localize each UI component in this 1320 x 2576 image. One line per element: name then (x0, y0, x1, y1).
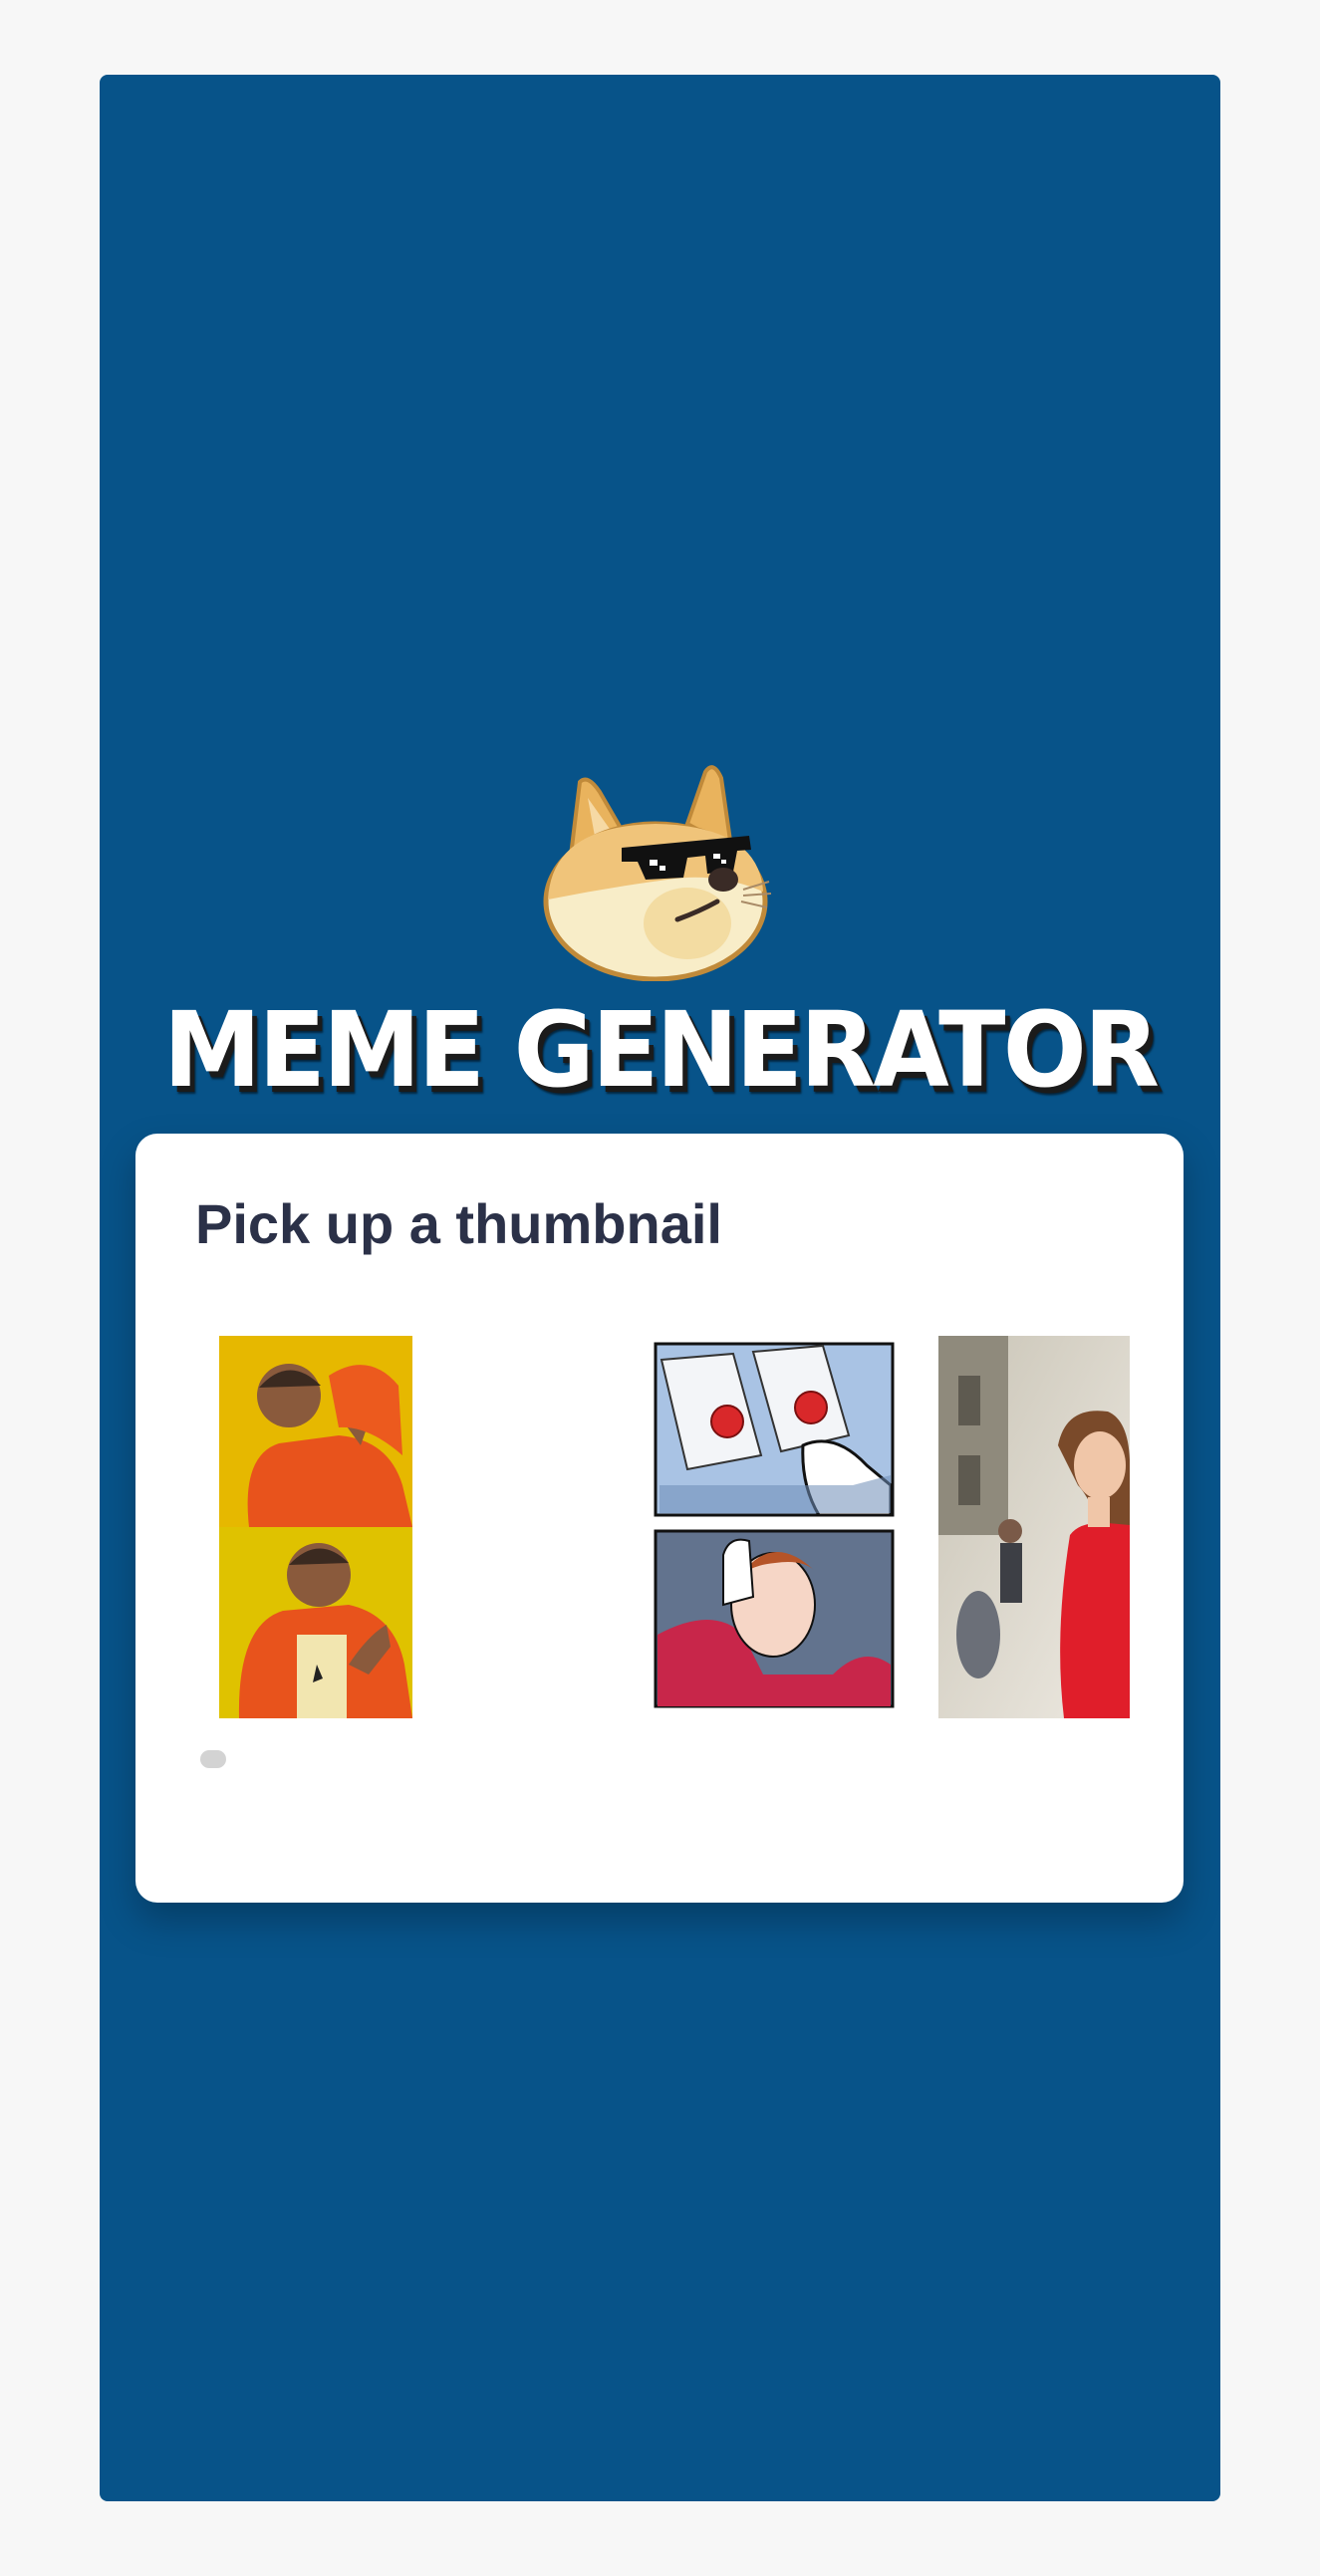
app-title: MEME GENERATOR (162, 989, 1160, 1111)
app-header: MEME GENERATOR (100, 672, 1220, 1121)
two-buttons-meme-image (654, 1336, 895, 1718)
thumbnail-drake-hotline-bling[interactable] (219, 1336, 412, 1718)
thumbnail-two-buttons[interactable] (654, 1336, 895, 1718)
app-container: MEME GENERATOR Pick up a thumbnail (100, 75, 1220, 2501)
picker-title: Pick up a thumbnail (195, 1192, 722, 1255)
distracted-boyfriend-meme-image (938, 1336, 1130, 1718)
carousel-scroll-indicator[interactable] (200, 1750, 226, 1768)
drake-meme-image (219, 1336, 412, 1718)
thumbnail-picker-card: Pick up a thumbnail (135, 1134, 1184, 1903)
thumbnail-distracted-boyfriend[interactable] (938, 1336, 1130, 1718)
doge-sunglasses-icon (543, 765, 772, 981)
thumbnail-carousel[interactable] (135, 1336, 1184, 1718)
